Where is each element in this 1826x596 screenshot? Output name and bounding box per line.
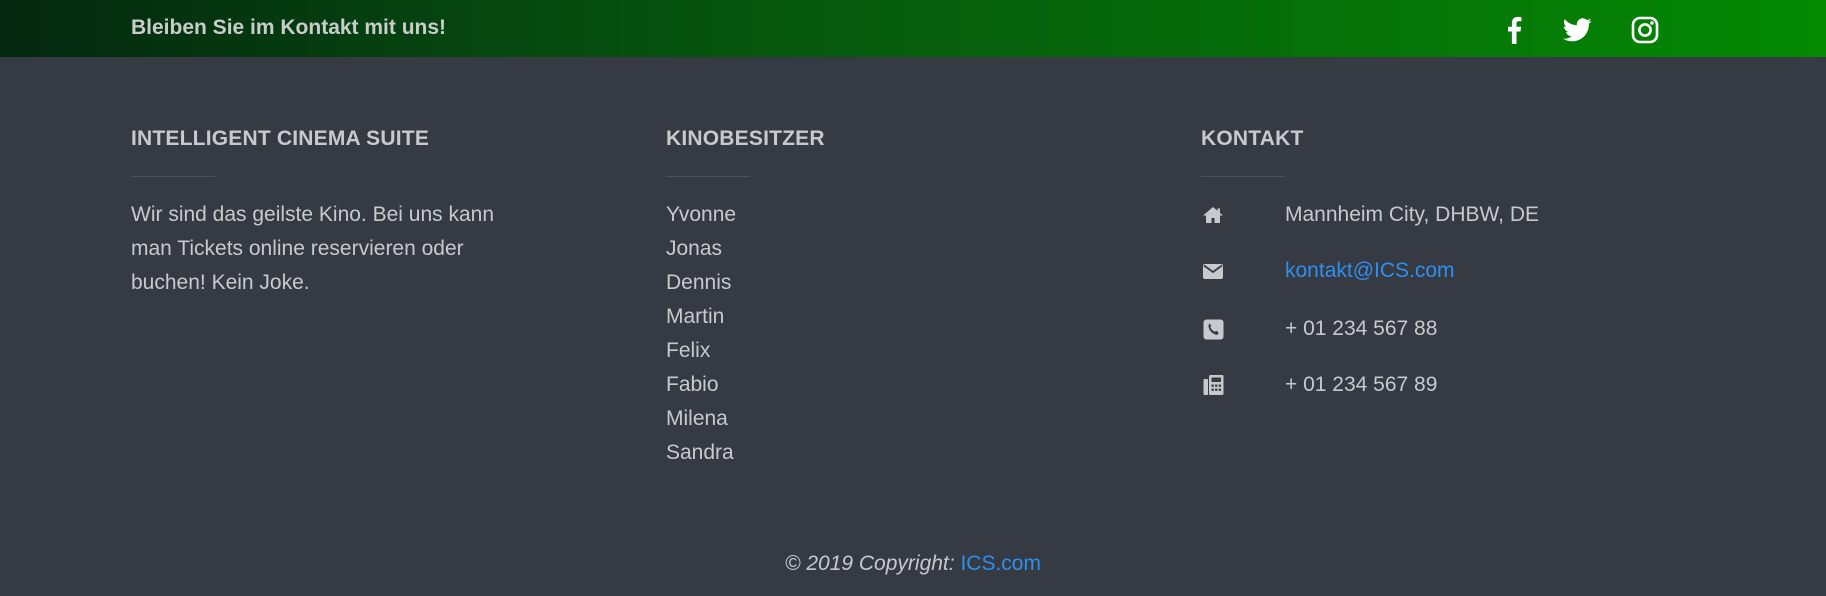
contact-phone: + 01 234 567 88 bbox=[1285, 317, 1438, 340]
envelope-icon bbox=[1201, 259, 1225, 283]
owner-item: Jonas bbox=[666, 237, 723, 260]
contact-address: Mannheim City, DHBW, DE bbox=[1285, 203, 1539, 226]
owner-item: Dennis bbox=[666, 271, 732, 294]
phone-row bbox=[1201, 312, 1225, 346]
instagram-link[interactable] bbox=[1631, 15, 1659, 45]
copyright-brand-link[interactable]: ICS.com bbox=[960, 552, 1041, 575]
phone-icon bbox=[1201, 317, 1225, 341]
facebook-icon bbox=[1506, 16, 1522, 44]
twitter-link[interactable] bbox=[1563, 15, 1592, 45]
email-row bbox=[1201, 254, 1225, 288]
instagram-icon bbox=[1631, 16, 1659, 44]
about-heading: INTELLIGENT CINEMA SUITE bbox=[131, 127, 430, 150]
twitter-icon bbox=[1563, 18, 1592, 42]
contact-fax: + 01 234 567 89 bbox=[1285, 373, 1438, 396]
contact-email-link[interactable]: kontakt@ICS.com bbox=[1285, 254, 1455, 288]
about-text: Wir sind das geilste Kino. Bei uns kann … bbox=[131, 203, 495, 294]
owner-item: Martin bbox=[666, 305, 725, 328]
banner-tagline: Bleiben Sie im Kontakt mit uns! bbox=[131, 16, 447, 39]
owners-list: Yvonne Jonas Dennis Martin Felix Fabio M… bbox=[666, 198, 736, 470]
address-row bbox=[1201, 198, 1225, 232]
copyright-text: © 2019 Copyright: bbox=[785, 552, 955, 575]
owner-item: Felix bbox=[666, 339, 711, 362]
owner-item: Fabio bbox=[666, 373, 719, 396]
contact-divider bbox=[1201, 176, 1285, 177]
owner-item: Milena bbox=[666, 407, 728, 430]
owners-heading: KINOBESITZER bbox=[666, 127, 825, 150]
fax-row bbox=[1201, 368, 1225, 402]
fax-icon bbox=[1201, 373, 1225, 397]
owner-item: Yvonne bbox=[666, 203, 737, 226]
owner-item: Sandra bbox=[666, 441, 734, 464]
copyright-bar: © 2019 Copyright: ICS.com bbox=[0, 547, 1826, 581]
contact-heading: KONTAKT bbox=[1201, 127, 1304, 150]
home-icon bbox=[1201, 203, 1225, 227]
facebook-link[interactable] bbox=[1506, 15, 1522, 45]
owners-divider bbox=[666, 176, 750, 177]
about-divider bbox=[131, 176, 215, 177]
contact-banner: Bleiben Sie im Kontakt mit uns! bbox=[0, 0, 1826, 57]
